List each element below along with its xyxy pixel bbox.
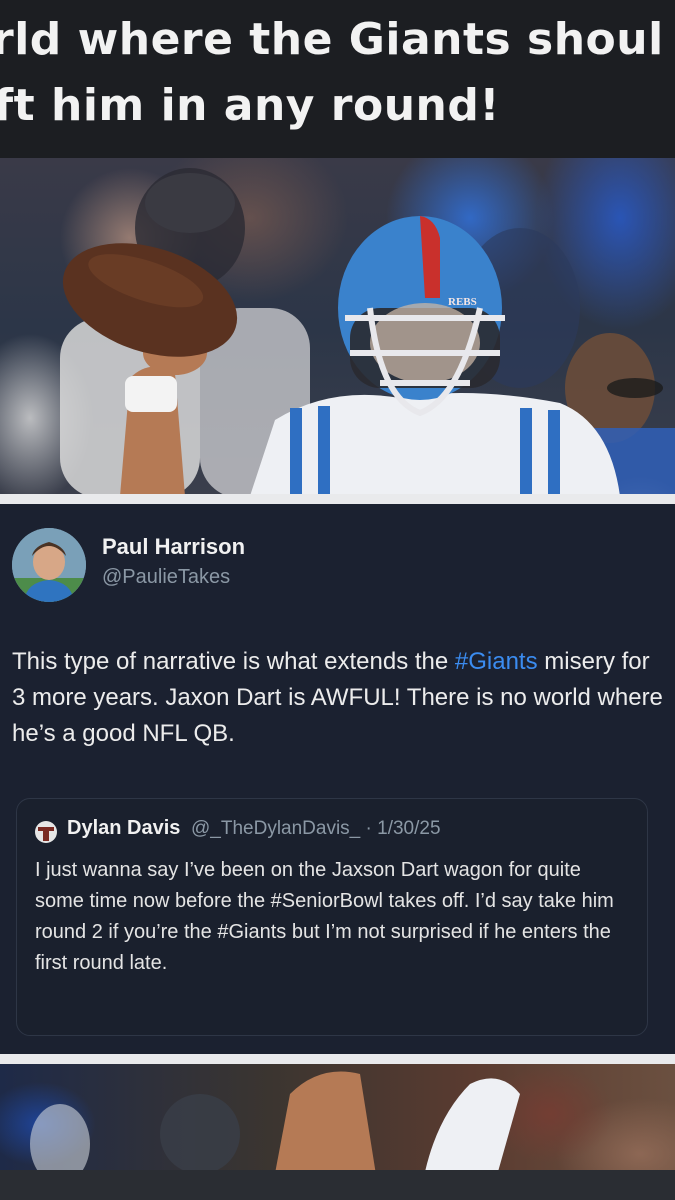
- author-handle[interactable]: @PaulieTakes: [102, 566, 230, 589]
- meme-caption: rld where the Giants shoul ft him in any…: [0, 0, 675, 158]
- quote-text: I just wanna say I’ve been on the Jaxson…: [35, 859, 614, 974]
- divider: [0, 494, 675, 504]
- quoted-tweet[interactable]: Dylan Davis @_TheDylanDavis_ · 1/30/25 I…: [16, 798, 648, 1036]
- quote-handle-date: @_TheDylanDavis_ · 1/30/25: [191, 818, 441, 839]
- author-name[interactable]: Paul Harrison: [102, 534, 245, 560]
- quote-author-name[interactable]: Dylan Davis: [67, 817, 180, 840]
- avatar[interactable]: [12, 528, 86, 602]
- helmet-logo-text: REBS: [448, 296, 477, 308]
- tweet-text-part-1: This type of narrative is what extends t…: [12, 648, 455, 675]
- quote-avatar[interactable]: [35, 821, 57, 843]
- caption-line-2: ft him in any round!: [0, 80, 500, 131]
- tweet-card: Paul Harrison @PaulieTakes This type of …: [0, 504, 675, 1056]
- divider: [0, 1054, 675, 1064]
- caption-line-1: rld where the Giants shoul: [0, 14, 664, 65]
- quarterback-photo: REBS: [0, 158, 675, 496]
- giants-hashtag-link[interactable]: #Giants: [455, 648, 538, 675]
- tweet-text: This type of narrative is what extends t…: [12, 644, 667, 752]
- bottom-bar: [0, 1170, 675, 1200]
